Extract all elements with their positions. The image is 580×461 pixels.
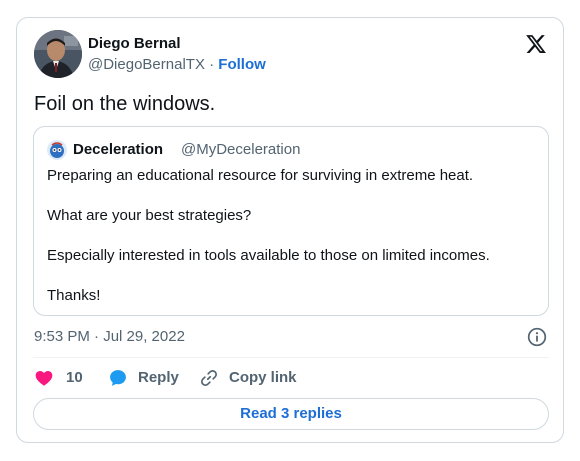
author-photo [34, 30, 82, 78]
handle-separator: · [209, 56, 215, 73]
like-button[interactable]: 10 [34, 368, 83, 388]
reply-button[interactable]: Reply [108, 368, 179, 388]
copy-link-button[interactable]: Copy link [199, 368, 297, 388]
tweet-card: Diego Bernal @DiegoBernalTX · Follow Foi… [16, 17, 564, 443]
quoted-tweet[interactable]: Deceleration @MyDeceleration Preparing a… [33, 126, 549, 316]
copy-link-label: Copy link [229, 369, 297, 386]
author-handle[interactable]: @DiegoBernalTX [88, 56, 205, 73]
quoted-avatar [47, 140, 67, 160]
like-count: 10 [66, 369, 83, 386]
divider [33, 357, 549, 358]
x-logo-icon[interactable] [525, 33, 547, 55]
link-icon [199, 368, 219, 388]
quoted-text-line: Thanks! [47, 287, 101, 304]
quoted-author-name: Deceleration [73, 141, 164, 158]
heart-icon [34, 368, 54, 388]
quoted-text-line: Especially interested in tools available… [47, 247, 490, 264]
author-handle-line: @DiegoBernalTX · Follow [88, 56, 266, 74]
info-icon[interactable] [527, 327, 547, 347]
tweet-text: Foil on the windows. [34, 93, 216, 115]
quoted-text-line: What are your best strategies? [47, 207, 252, 224]
quoted-text-line: Preparing an educational resource for su… [47, 167, 474, 184]
quoted-author-handle: @MyDeceleration [181, 141, 301, 158]
read-replies-button[interactable]: Read 3 replies [33, 398, 549, 430]
tweet-timestamp[interactable]: 9:53 PM · Jul 29, 2022 [34, 328, 185, 346]
author-name[interactable]: Diego Bernal [88, 35, 181, 53]
speech-bubble-icon [108, 368, 128, 388]
reply-label: Reply [138, 369, 179, 386]
follow-button[interactable]: Follow [218, 56, 266, 73]
author-avatar[interactable] [34, 30, 82, 78]
